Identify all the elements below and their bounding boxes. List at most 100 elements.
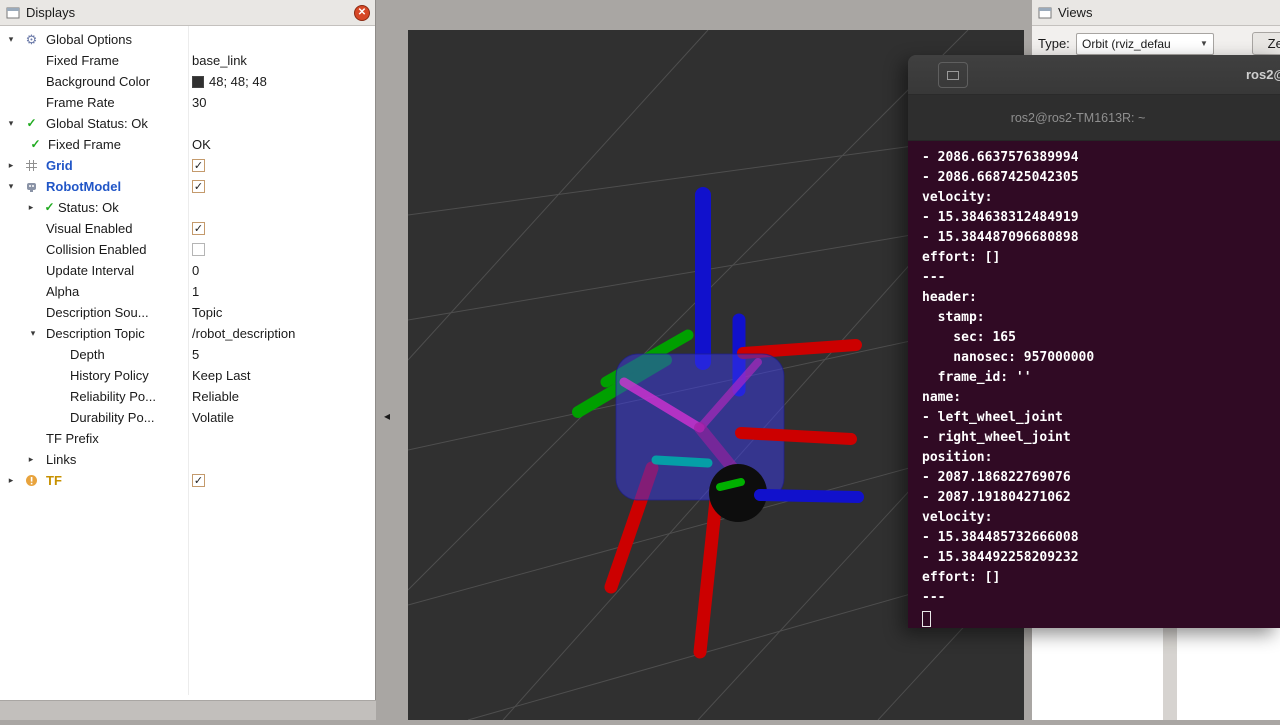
tree-value: Topic: [192, 302, 222, 323]
terminal-titlebar[interactable]: ros2@: [908, 55, 1280, 95]
chevron-down-icon: ▼: [1197, 34, 1211, 54]
terminal-line: stamp:: [922, 308, 1280, 328]
views-panel-title: Views: [1058, 5, 1092, 20]
panel-icon: [6, 6, 20, 20]
displays-titlebar: Displays ✕: [0, 0, 375, 26]
tree-label: Fixed Frame: [46, 50, 119, 71]
tree-value: 0: [192, 260, 199, 281]
tree-label: Reliability Po...: [70, 386, 156, 407]
check-icon: ✓: [42, 200, 57, 215]
terminal-line: position:: [922, 448, 1280, 468]
tree-value[interactable]: ✓: [192, 155, 205, 176]
terminal-line: - 15.384485732666008: [922, 528, 1280, 548]
terminal-line: - 15.384487096680898: [922, 228, 1280, 248]
window-icon: [947, 71, 959, 80]
axis-cylinder-cyan: [656, 460, 708, 463]
tree-value[interactable]: ✓: [192, 218, 205, 239]
collapse-arrow-icon[interactable]: ▾: [4, 113, 18, 134]
tree-label: Global Options: [46, 29, 132, 50]
bottom-splitter[interactable]: [0, 701, 376, 720]
terminal-line: effort: []: [922, 248, 1280, 268]
checkbox-checked[interactable]: ✓: [192, 474, 205, 487]
color-swatch: [192, 76, 204, 88]
terminal-cursor: [922, 611, 931, 627]
displays-panel: Displays ✕ ▾ ⚙ Global OptionsFixed Frame ba…: [0, 0, 376, 700]
robot-model: [578, 195, 858, 652]
terminal-line: - 15.384638312484919: [922, 208, 1280, 228]
terminal-line: frame_id: '': [922, 368, 1280, 388]
terminal-line: - 2086.6687425042305: [922, 168, 1280, 188]
checkbox-unchecked[interactable]: [192, 243, 205, 256]
view-type-row: Type: Orbit (rviz_defau ▼ Zero: [1032, 29, 1280, 58]
terminal-line: nanosec: 957000000: [922, 348, 1280, 368]
tree-value[interactable]: ✓: [192, 176, 205, 197]
tree-label: Status: Ok: [58, 197, 119, 218]
terminal-output[interactable]: - 2086.6637576389994- 2086.6687425042305…: [908, 141, 1280, 628]
terminal-line: sec: 165: [922, 328, 1280, 348]
terminal-line: effort: []: [922, 568, 1280, 588]
tree-label: Grid: [46, 155, 73, 176]
tree-value: Keep Last: [192, 365, 251, 386]
checkbox-checked[interactable]: ✓: [192, 159, 205, 172]
close-panel-button[interactable]: ✕: [354, 5, 370, 21]
check-icon: ✓: [28, 137, 43, 152]
tree-label: Collision Enabled: [46, 239, 146, 260]
expand-arrow-icon[interactable]: ▸: [24, 449, 38, 470]
displays-panel-title: Displays: [26, 5, 75, 20]
tree-value: 30: [192, 92, 206, 113]
collapse-arrow-icon[interactable]: ▾: [4, 176, 18, 197]
terminal-title: ros2@: [1246, 55, 1280, 95]
new-tab-button[interactable]: [938, 62, 968, 88]
checkbox-checked[interactable]: ✓: [192, 180, 205, 193]
terminal-line: velocity:: [922, 188, 1280, 208]
tree-label: Background Color: [46, 71, 150, 92]
column-separator[interactable]: [188, 26, 189, 695]
terminal-tabbar: ros2@ros2-TM1613R: ~: [908, 95, 1280, 141]
terminal-line: - 15.384492258209232: [922, 548, 1280, 568]
terminal-tab[interactable]: ros2@ros2-TM1613R: ~: [928, 95, 1228, 141]
terminal-line: ---: [922, 268, 1280, 288]
tree-label: Update Interval: [46, 260, 134, 281]
checkbox-checked[interactable]: ✓: [192, 222, 205, 235]
terminal-line: velocity:: [922, 508, 1280, 528]
tree-label: Description Topic: [46, 323, 145, 344]
terminal-window: ros2@ ros2@ros2-TM1613R: ~ - 2086.663757…: [908, 55, 1280, 628]
tree-label: Visual Enabled: [46, 218, 133, 239]
tree-value[interactable]: ✓: [192, 470, 205, 491]
tree-value: Volatile: [192, 407, 234, 428]
collapse-arrow-icon[interactable]: ▾: [26, 323, 40, 344]
expand-arrow-icon[interactable]: ▸: [4, 155, 18, 176]
view-type-dropdown[interactable]: Orbit (rviz_defau ▼: [1076, 33, 1214, 55]
terminal-line: name:: [922, 388, 1280, 408]
axis-cylinder-blue: [760, 495, 858, 497]
tree-label: Alpha: [46, 281, 79, 302]
views-titlebar: Views: [1032, 0, 1280, 26]
tree-label: TF: [46, 470, 62, 491]
gear-icon: ⚙: [24, 32, 39, 47]
terminal-line: - right_wheel_joint: [922, 428, 1280, 448]
axis-cylinder-green: [720, 482, 741, 487]
robot-icon: [24, 179, 39, 194]
expand-arrow-icon[interactable]: ▸: [24, 197, 38, 218]
axis-cylinder-red: [743, 345, 856, 353]
terminal-line: header:: [922, 288, 1280, 308]
tree-value[interactable]: [192, 239, 205, 260]
terminal-line: - 2086.6637576389994: [922, 148, 1280, 168]
tree-value: 5: [192, 344, 199, 365]
tree-label: Global Status: Ok: [46, 113, 148, 134]
tf-icon: [24, 473, 39, 488]
tree-label: RobotModel: [46, 176, 121, 197]
tree-label: Description Sou...: [46, 302, 149, 323]
zero-button[interactable]: Zero: [1252, 32, 1280, 55]
tree-value: 1: [192, 281, 199, 302]
splitter-collapse-icon[interactable]: ◂: [384, 409, 390, 423]
tree-label: TF Prefix: [46, 428, 99, 449]
tree-value: base_link: [192, 50, 247, 71]
view-type-value: Orbit (rviz_defau: [1082, 37, 1171, 51]
collapse-arrow-icon[interactable]: ▾: [4, 29, 18, 50]
tree-value: Reliable: [192, 386, 239, 407]
expand-arrow-icon[interactable]: ▸: [4, 470, 18, 491]
tree-label: Depth: [70, 344, 105, 365]
panel-icon: [1038, 6, 1052, 20]
axis-cylinder-red: [700, 500, 716, 652]
